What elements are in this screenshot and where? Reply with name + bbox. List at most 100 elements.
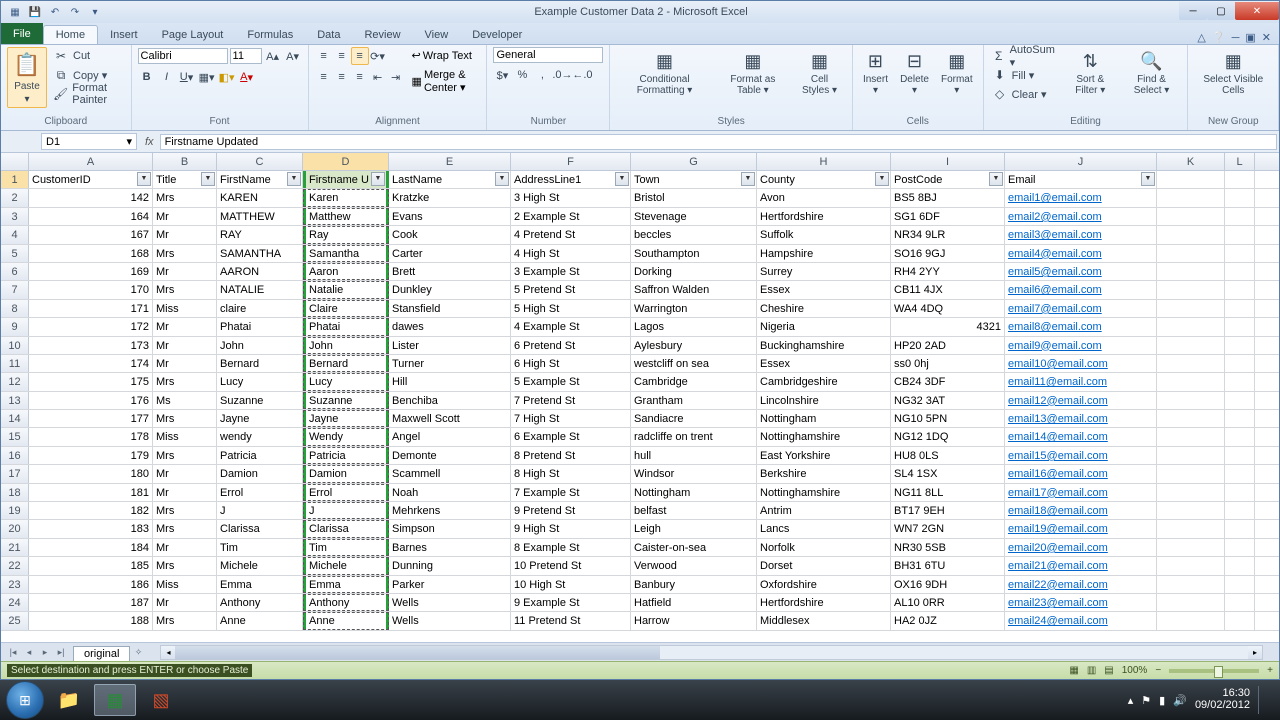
cell[interactable]: email21@email.com: [1005, 557, 1157, 574]
cell[interactable]: [1157, 355, 1225, 372]
cell[interactable]: 5 Pretend St: [511, 281, 631, 298]
cell[interactable]: SG1 6DF: [891, 208, 1005, 225]
cell[interactable]: Michele: [217, 557, 303, 574]
row-header[interactable]: 19: [1, 502, 29, 519]
email-link[interactable]: email1@email.com: [1008, 192, 1102, 204]
cell[interactable]: 4 High St: [511, 245, 631, 262]
hscroll-thumb[interactable]: [175, 646, 659, 659]
tab-review[interactable]: Review: [352, 26, 412, 44]
cell[interactable]: Lucy: [303, 373, 389, 390]
cell[interactable]: Matthew: [303, 208, 389, 225]
taskbar-excel-icon[interactable]: ▦: [94, 684, 136, 716]
cell[interactable]: Mrs: [153, 373, 217, 390]
cell[interactable]: LastName▼: [389, 171, 511, 188]
cell[interactable]: Emma: [303, 576, 389, 593]
cell[interactable]: [1157, 373, 1225, 390]
cell[interactable]: Patricia: [303, 447, 389, 464]
cell[interactable]: [1157, 557, 1225, 574]
start-button[interactable]: ⊞: [6, 681, 44, 719]
view-normal-icon[interactable]: ▦: [1069, 665, 1078, 676]
cell[interactable]: Anne: [217, 612, 303, 629]
cell[interactable]: radcliffe on trent: [631, 428, 757, 445]
cell[interactable]: [1157, 447, 1225, 464]
cell[interactable]: Mr: [153, 355, 217, 372]
cell[interactable]: Clarissa: [303, 520, 389, 537]
cell[interactable]: SL4 1SX: [891, 465, 1005, 482]
cell[interactable]: 9 Example St: [511, 594, 631, 611]
clear-button[interactable]: ◇Clear ▾: [990, 85, 1059, 103]
row-header[interactable]: 16: [1, 447, 29, 464]
cell[interactable]: dawes: [389, 318, 511, 335]
tab-data[interactable]: Data: [305, 26, 352, 44]
email-link[interactable]: email10@email.com: [1008, 358, 1108, 370]
cell[interactable]: Phatai: [217, 318, 303, 335]
cell[interactable]: Mr: [153, 208, 217, 225]
cell[interactable]: Leigh: [631, 520, 757, 537]
cell[interactable]: email19@email.com: [1005, 520, 1157, 537]
cell[interactable]: 167: [29, 226, 153, 243]
fill-button[interactable]: ⬇Fill ▾: [990, 66, 1059, 84]
tab-file[interactable]: File: [1, 23, 43, 44]
cell[interactable]: Nottinghamshire: [757, 428, 891, 445]
cell[interactable]: HU8 0LS: [891, 447, 1005, 464]
cell[interactable]: Hertfordshire: [757, 208, 891, 225]
cell[interactable]: [1157, 281, 1225, 298]
cell[interactable]: email14@email.com: [1005, 428, 1157, 445]
delete-cells-button[interactable]: ⊟Delete ▾: [896, 47, 933, 98]
sheet-nav-first-icon[interactable]: |◂: [5, 647, 21, 658]
cell[interactable]: Sandiacre: [631, 410, 757, 427]
cell[interactable]: [1225, 189, 1255, 206]
cell[interactable]: Mr: [153, 539, 217, 556]
view-page-layout-icon[interactable]: ▥: [1087, 665, 1096, 676]
cell[interactable]: 3 Example St: [511, 263, 631, 280]
format-cells-button[interactable]: ▦Format ▾: [937, 47, 977, 98]
email-link[interactable]: email8@email.com: [1008, 321, 1102, 333]
column-header-I[interactable]: I: [891, 153, 1005, 170]
cell[interactable]: [1225, 428, 1255, 445]
column-header-J[interactable]: J: [1005, 153, 1157, 170]
tray-network-icon[interactable]: ▮: [1159, 694, 1165, 707]
cell[interactable]: BT17 9EH: [891, 502, 1005, 519]
cell[interactable]: email5@email.com: [1005, 263, 1157, 280]
cell[interactable]: Tim: [217, 539, 303, 556]
row-header[interactable]: 22: [1, 557, 29, 574]
cell[interactable]: Samantha: [303, 245, 389, 262]
cell[interactable]: Hampshire: [757, 245, 891, 262]
cell[interactable]: Mr: [153, 594, 217, 611]
cell[interactable]: [1225, 465, 1255, 482]
fill-color-button[interactable]: ◧▾: [218, 68, 236, 86]
cell[interactable]: 176: [29, 392, 153, 409]
cell[interactable]: 8 Pretend St: [511, 447, 631, 464]
doc-minimize-icon[interactable]: ─: [1232, 32, 1240, 44]
cell[interactable]: RAY: [217, 226, 303, 243]
cell[interactable]: MATTHEW: [217, 208, 303, 225]
increase-decimal-icon[interactable]: .0→: [553, 66, 571, 84]
column-header-F[interactable]: F: [511, 153, 631, 170]
cell[interactable]: 173: [29, 337, 153, 354]
cell[interactable]: [1157, 226, 1225, 243]
column-header-G[interactable]: G: [631, 153, 757, 170]
cell[interactable]: NATALIE: [217, 281, 303, 298]
tab-insert[interactable]: Insert: [98, 26, 150, 44]
cell[interactable]: NG10 5PN: [891, 410, 1005, 427]
cell[interactable]: Hill: [389, 373, 511, 390]
cell[interactable]: Mrs: [153, 447, 217, 464]
cell[interactable]: CB11 4JX: [891, 281, 1005, 298]
cell[interactable]: Jayne: [303, 410, 389, 427]
cell[interactable]: Firstname U▼: [303, 171, 389, 188]
cell[interactable]: [1157, 594, 1225, 611]
cell[interactable]: Mrs: [153, 410, 217, 427]
cell[interactable]: Karen: [303, 189, 389, 206]
email-link[interactable]: email14@email.com: [1008, 431, 1108, 443]
excel-icon[interactable]: ▦: [7, 4, 23, 20]
cell[interactable]: Mrs: [153, 502, 217, 519]
align-middle-icon[interactable]: ≡: [333, 47, 351, 65]
cell[interactable]: [1157, 576, 1225, 593]
cell[interactable]: Damion: [217, 465, 303, 482]
filter-dropdown-icon[interactable]: ▼: [371, 172, 385, 186]
cell[interactable]: 180: [29, 465, 153, 482]
orientation-icon[interactable]: ⟳▾: [369, 47, 387, 65]
tab-page-layout[interactable]: Page Layout: [150, 26, 236, 44]
row-header[interactable]: 23: [1, 576, 29, 593]
align-bottom-icon[interactable]: ≡: [351, 47, 369, 65]
